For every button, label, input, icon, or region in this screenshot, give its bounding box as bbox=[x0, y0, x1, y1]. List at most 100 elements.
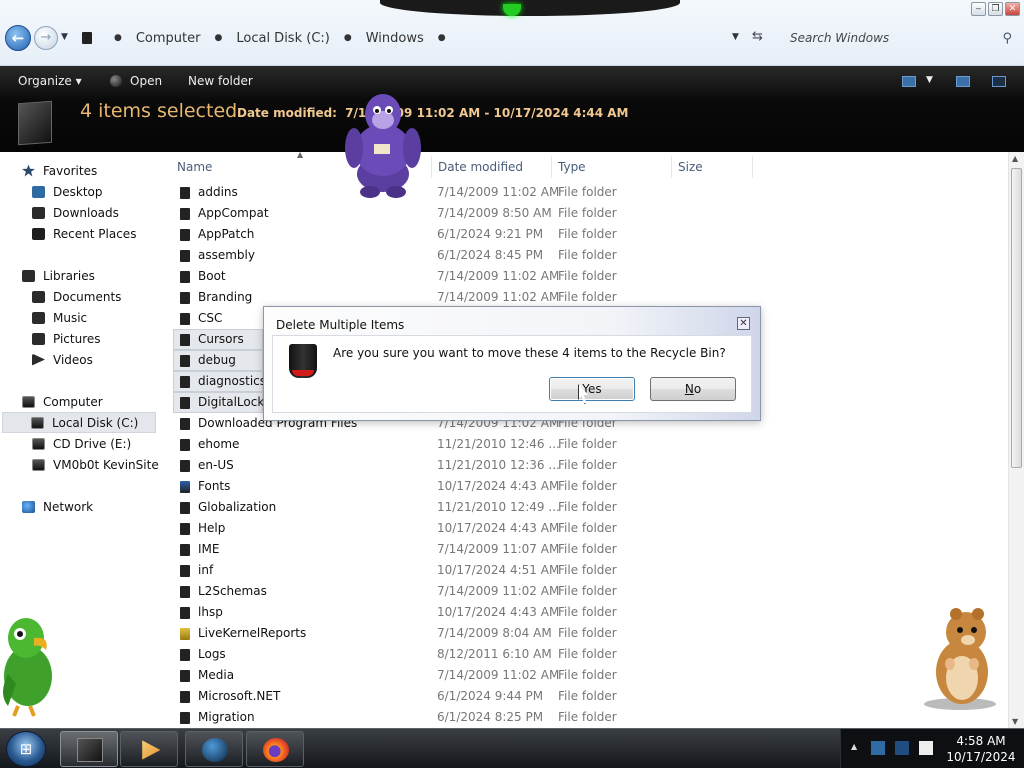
table-row[interactable]: AppPatch 6/1/2024 9:21 PM File folder bbox=[172, 224, 772, 245]
computer-icon bbox=[22, 395, 35, 408]
table-row[interactable]: LiveKernelReports 7/14/2009 8:04 AM File f… bbox=[172, 623, 772, 644]
file-type: File folder bbox=[558, 458, 617, 472]
nav-cd-drive[interactable]: CD Drive (E:) bbox=[32, 433, 131, 454]
clock[interactable]: 4:58 AM 10/17/2024 bbox=[941, 733, 1021, 765]
file-type: File folder bbox=[558, 710, 617, 724]
table-row[interactable]: assembly 6/1/2024 8:45 PM File folder bbox=[172, 245, 772, 266]
chevron-right-icon[interactable]: ● bbox=[215, 33, 223, 43]
preview-pane-icon[interactable] bbox=[956, 76, 970, 87]
table-row[interactable]: AppCompat 7/14/2009 8:50 AM File folder bbox=[172, 203, 772, 224]
organize-button[interactable]: Organize ▾ bbox=[18, 74, 82, 88]
table-row[interactable]: Microsoft.NET 6/1/2024 9:44 PM File folder bbox=[172, 686, 772, 707]
table-row[interactable]: Branding 7/14/2009 11:02 AM File folder bbox=[172, 287, 772, 308]
network-tray-icon[interactable] bbox=[895, 741, 909, 755]
table-row[interactable]: Logs 8/12/2011 6:10 AM File folder bbox=[172, 644, 772, 665]
forward-button[interactable]: → bbox=[34, 26, 58, 50]
table-row[interactable]: IME 7/14/2009 11:07 AM File folder bbox=[172, 539, 772, 560]
scroll-up-arrow[interactable]: ▲ bbox=[1012, 154, 1018, 163]
table-row[interactable]: inf 10/17/2024 4:51 AM File folder bbox=[172, 560, 772, 581]
view-dropdown[interactable]: ▼ bbox=[926, 75, 933, 85]
change-view-icon[interactable] bbox=[902, 76, 916, 87]
nav-computer[interactable]: Computer bbox=[22, 391, 103, 412]
file-date: 8/12/2011 6:10 AM bbox=[437, 647, 552, 661]
table-row[interactable]: Globalization 11/21/2010 12:49 ... File fo… bbox=[172, 497, 772, 518]
column-header-date[interactable]: Date modified bbox=[433, 156, 552, 178]
nav-local-disk[interactable]: Local Disk (C:) bbox=[2, 412, 156, 433]
table-row[interactable]: L2Schemas 7/14/2009 11:02 AM File folder bbox=[172, 581, 772, 602]
table-row[interactable]: en-US 11/21/2010 12:36 ... File folder bbox=[172, 455, 772, 476]
file-date: 7/14/2009 11:02 AM bbox=[437, 269, 560, 283]
restore-button[interactable]: ❐ bbox=[988, 2, 1003, 16]
table-row[interactable]: Migration 6/1/2024 8:25 PM File folder bbox=[172, 707, 772, 728]
no-button[interactable]: No bbox=[650, 377, 736, 401]
folder-icon bbox=[180, 292, 190, 304]
action-center-icon[interactable] bbox=[871, 741, 885, 755]
nav-favorites[interactable]: Favorites bbox=[22, 160, 97, 181]
file-type: File folder bbox=[558, 437, 617, 451]
nav-libraries[interactable]: Libraries bbox=[22, 265, 95, 286]
nav-network-drive[interactable]: VM0b0t KevinSite bbox=[32, 454, 159, 475]
chevron-right-icon[interactable]: ● bbox=[114, 33, 122, 43]
minimize-button[interactable]: ‒ bbox=[971, 2, 986, 16]
folder-icon bbox=[180, 187, 190, 199]
clock-time: 4:58 AM bbox=[956, 734, 1006, 748]
table-row[interactable]: addins 7/14/2009 11:02 AM File folder bbox=[172, 182, 772, 203]
table-row[interactable]: Media 7/14/2009 11:02 AM File folder bbox=[172, 665, 772, 686]
taskbar-firefox[interactable] bbox=[246, 731, 304, 767]
nav-label: Downloads bbox=[53, 205, 119, 220]
help-icon[interactable] bbox=[992, 76, 1006, 87]
nav-documents[interactable]: Documents bbox=[32, 286, 121, 307]
column-header-size[interactable]: Size bbox=[673, 156, 753, 178]
open-button[interactable]: Open bbox=[110, 74, 162, 88]
back-button[interactable]: ← bbox=[5, 25, 31, 51]
nav-label: CD Drive (E:) bbox=[53, 436, 132, 451]
pictures-icon bbox=[32, 332, 45, 345]
table-row[interactable]: Boot 7/14/2009 11:02 AM File folder bbox=[172, 266, 772, 287]
breadcrumb[interactable]: ● Computer ● Local Disk (C:) ● Windows ● bbox=[78, 27, 772, 49]
file-name: lhsp bbox=[198, 605, 223, 619]
nav-downloads[interactable]: Downloads bbox=[32, 202, 119, 223]
file-type: File folder bbox=[558, 647, 617, 661]
column-header-type[interactable]: Type bbox=[553, 156, 672, 178]
file-name: Boot bbox=[198, 269, 226, 283]
dialog-close-button[interactable]: ✕ bbox=[737, 317, 750, 330]
nav-pictures[interactable]: Pictures bbox=[32, 328, 101, 349]
table-row[interactable]: Fonts 10/17/2024 4:43 AM File folder bbox=[172, 476, 772, 497]
table-row[interactable]: lhsp 10/17/2024 4:43 AM File folder bbox=[172, 602, 772, 623]
recent-pages-dropdown[interactable]: ▼ bbox=[61, 32, 68, 42]
new-folder-button[interactable]: New folder bbox=[188, 74, 253, 88]
vertical-scrollbar[interactable]: ▲ ▼ bbox=[1008, 152, 1024, 728]
taskbar-media-player[interactable] bbox=[120, 731, 178, 767]
address-dropdown[interactable]: ▼ bbox=[732, 32, 739, 42]
folder-icon bbox=[180, 460, 190, 472]
search-icon[interactable]: ⚲ bbox=[1002, 31, 1012, 46]
scroll-down-arrow[interactable]: ▼ bbox=[1012, 717, 1018, 726]
skin-decoration bbox=[380, 0, 680, 16]
volume-icon[interactable] bbox=[919, 741, 933, 755]
taskbar-explorer[interactable] bbox=[60, 731, 118, 767]
chevron-right-icon[interactable]: ● bbox=[344, 33, 352, 43]
recycle-bin-icon bbox=[289, 344, 317, 378]
table-row[interactable]: Help 10/17/2024 4:43 AM File folder bbox=[172, 518, 772, 539]
refresh-icon[interactable]: ⇆ bbox=[752, 29, 763, 44]
yes-button[interactable]: Yes bbox=[549, 377, 635, 401]
taskbar-globe[interactable] bbox=[185, 731, 243, 767]
scrollbar-thumb[interactable] bbox=[1011, 168, 1022, 468]
nav-videos[interactable]: Videos bbox=[32, 349, 93, 370]
table-row[interactable]: ehome 11/21/2010 12:46 ... File folder bbox=[172, 434, 772, 455]
file-date: 11/21/2010 12:46 ... bbox=[437, 437, 560, 451]
window-controls: ‒ ❐ ✕ bbox=[971, 2, 1020, 16]
nav-music[interactable]: Music bbox=[32, 307, 87, 328]
chevron-right-icon[interactable]: ● bbox=[438, 33, 446, 43]
folder-icon bbox=[180, 628, 190, 640]
nav-recent-places[interactable]: Recent Places bbox=[32, 223, 136, 244]
close-button[interactable]: ✕ bbox=[1005, 2, 1020, 16]
nav-network[interactable]: Network bbox=[22, 496, 93, 517]
breadcrumb-local-disk[interactable]: Local Disk (C:) bbox=[236, 31, 329, 46]
nav-desktop[interactable]: Desktop bbox=[32, 181, 103, 202]
start-button[interactable]: ⊞ bbox=[6, 731, 46, 767]
breadcrumb-windows[interactable]: Windows bbox=[366, 31, 424, 46]
search-input[interactable]: Search Windows ⚲ bbox=[780, 26, 1020, 50]
show-hidden-icons[interactable]: ▲ bbox=[851, 742, 857, 751]
breadcrumb-computer[interactable]: Computer bbox=[136, 31, 201, 46]
